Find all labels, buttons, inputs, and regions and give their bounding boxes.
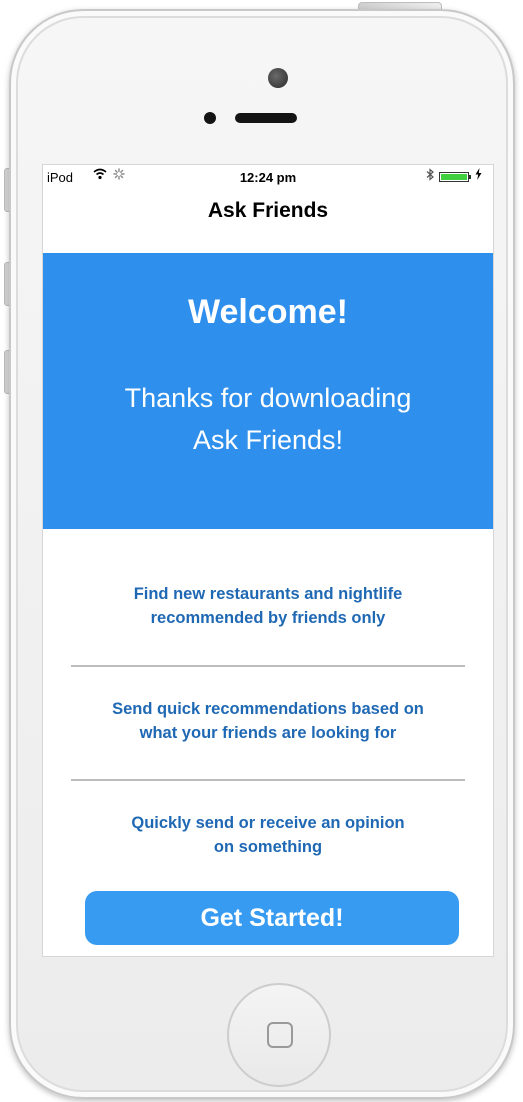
app-screen: iPod 12:24 pm Ask Friends Welcome! Thank… — [42, 164, 494, 957]
feature-line2: on something — [213, 838, 323, 856]
proximity-sensor — [204, 112, 216, 124]
welcome-subtitle-line2: Ask Friends! — [192, 425, 344, 455]
device-canvas: iPod 12:24 pm Ask Friends Welcome! Thank… — [0, 0, 523, 1102]
feature-restaurants: Find new restaurants and nightlife recom… — [43, 582, 493, 630]
feature-line1: Quickly send or receive an opinion — [131, 814, 405, 832]
home-button[interactable] — [227, 983, 331, 1087]
battery-icon — [439, 172, 469, 182]
earpiece-speaker — [235, 113, 297, 123]
feature-line2: recommended by friends only — [150, 609, 386, 627]
bluetooth-icon — [426, 168, 434, 184]
feature-divider — [71, 779, 465, 781]
battery-level-fill — [441, 174, 467, 180]
get-started-button[interactable]: Get Started! — [85, 891, 459, 945]
feature-recommendations: Send quick recommendations based on what… — [43, 697, 493, 745]
feature-line1: Find new restaurants and nightlife — [133, 585, 403, 603]
feature-divider — [71, 665, 465, 667]
charging-bolt-icon — [475, 168, 482, 183]
front-camera — [268, 68, 288, 88]
feature-line2: what your friends are looking for — [139, 724, 397, 742]
feature-line1: Send quick recommendations based on — [112, 700, 424, 718]
home-square-icon — [267, 1022, 293, 1048]
page-title: Ask Friends — [207, 199, 329, 222]
feature-opinion: Quickly send or receive an opinion on so… — [43, 811, 493, 859]
welcome-heading: Welcome! — [188, 293, 348, 331]
welcome-subtitle: Thanks for downloading Ask Friends! — [43, 377, 493, 461]
welcome-subtitle-line1: Thanks for downloading — [124, 383, 412, 413]
welcome-banner: Welcome! Thanks for downloading Ask Frie… — [43, 253, 493, 529]
status-bar: iPod 12:24 pm — [43, 165, 493, 189]
battery-nub — [469, 175, 471, 179]
